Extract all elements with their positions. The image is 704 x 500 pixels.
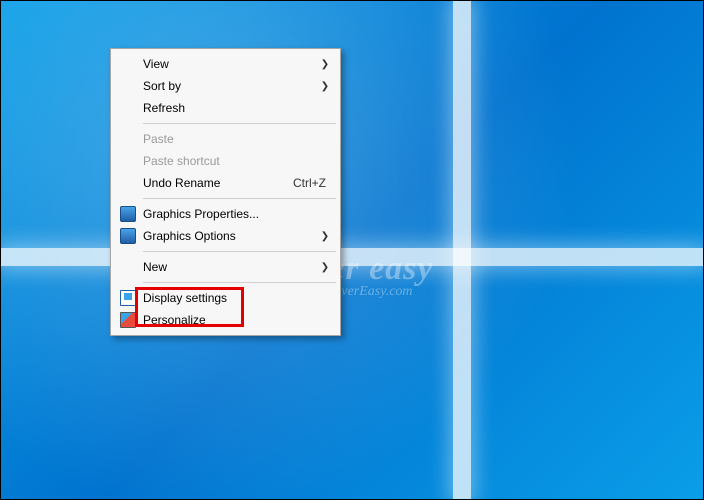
menu-separator: [143, 282, 336, 283]
intel-graphics-icon: [113, 228, 143, 244]
menu-shortcut: Ctrl+Z: [293, 172, 332, 194]
menu-item-undo-rename[interactable]: Undo Rename Ctrl+Z: [113, 172, 338, 194]
menu-label: Graphics Options: [143, 225, 318, 247]
menu-separator: [143, 251, 336, 252]
menu-item-paste: Paste: [113, 128, 338, 150]
menu-label: Graphics Properties...: [143, 203, 318, 225]
menu-item-display-settings[interactable]: Display settings: [113, 287, 338, 309]
intel-graphics-icon: [113, 206, 143, 222]
submenu-arrow-icon: [318, 52, 332, 76]
menu-item-graphics-properties[interactable]: Graphics Properties...: [113, 203, 338, 225]
desktop-context-menu: View Sort by Refresh Paste Paste shortcu…: [110, 48, 341, 336]
display-icon: [113, 290, 143, 306]
desktop-wallpaper[interactable]: driver easy www.DriverEasy.com View Sort…: [0, 0, 704, 500]
menu-item-personalize[interactable]: Personalize: [113, 309, 338, 331]
submenu-arrow-icon: [318, 224, 332, 248]
menu-separator: [143, 123, 336, 124]
submenu-arrow-icon: [318, 255, 332, 279]
menu-item-refresh[interactable]: Refresh: [113, 97, 338, 119]
menu-item-paste-shortcut: Paste shortcut: [113, 150, 338, 172]
menu-item-graphics-options[interactable]: Graphics Options: [113, 225, 338, 247]
menu-label: Sort by: [143, 75, 318, 97]
menu-label: View: [143, 53, 318, 75]
personalize-icon: [113, 312, 143, 328]
menu-label: Refresh: [143, 97, 318, 119]
menu-label: Undo Rename: [143, 172, 293, 194]
menu-label: Paste shortcut: [143, 150, 318, 172]
menu-label: Paste: [143, 128, 318, 150]
menu-label: Personalize: [143, 309, 318, 331]
wallpaper-window-bar-vertical: [453, 0, 471, 500]
submenu-arrow-icon: [318, 74, 332, 98]
menu-item-new[interactable]: New: [113, 256, 338, 278]
menu-label: New: [143, 256, 318, 278]
menu-label: Display settings: [143, 287, 318, 309]
menu-item-sort-by[interactable]: Sort by: [113, 75, 338, 97]
menu-item-view[interactable]: View: [113, 53, 338, 75]
menu-separator: [143, 198, 336, 199]
wallpaper-window-bar-horizontal: [0, 248, 704, 266]
